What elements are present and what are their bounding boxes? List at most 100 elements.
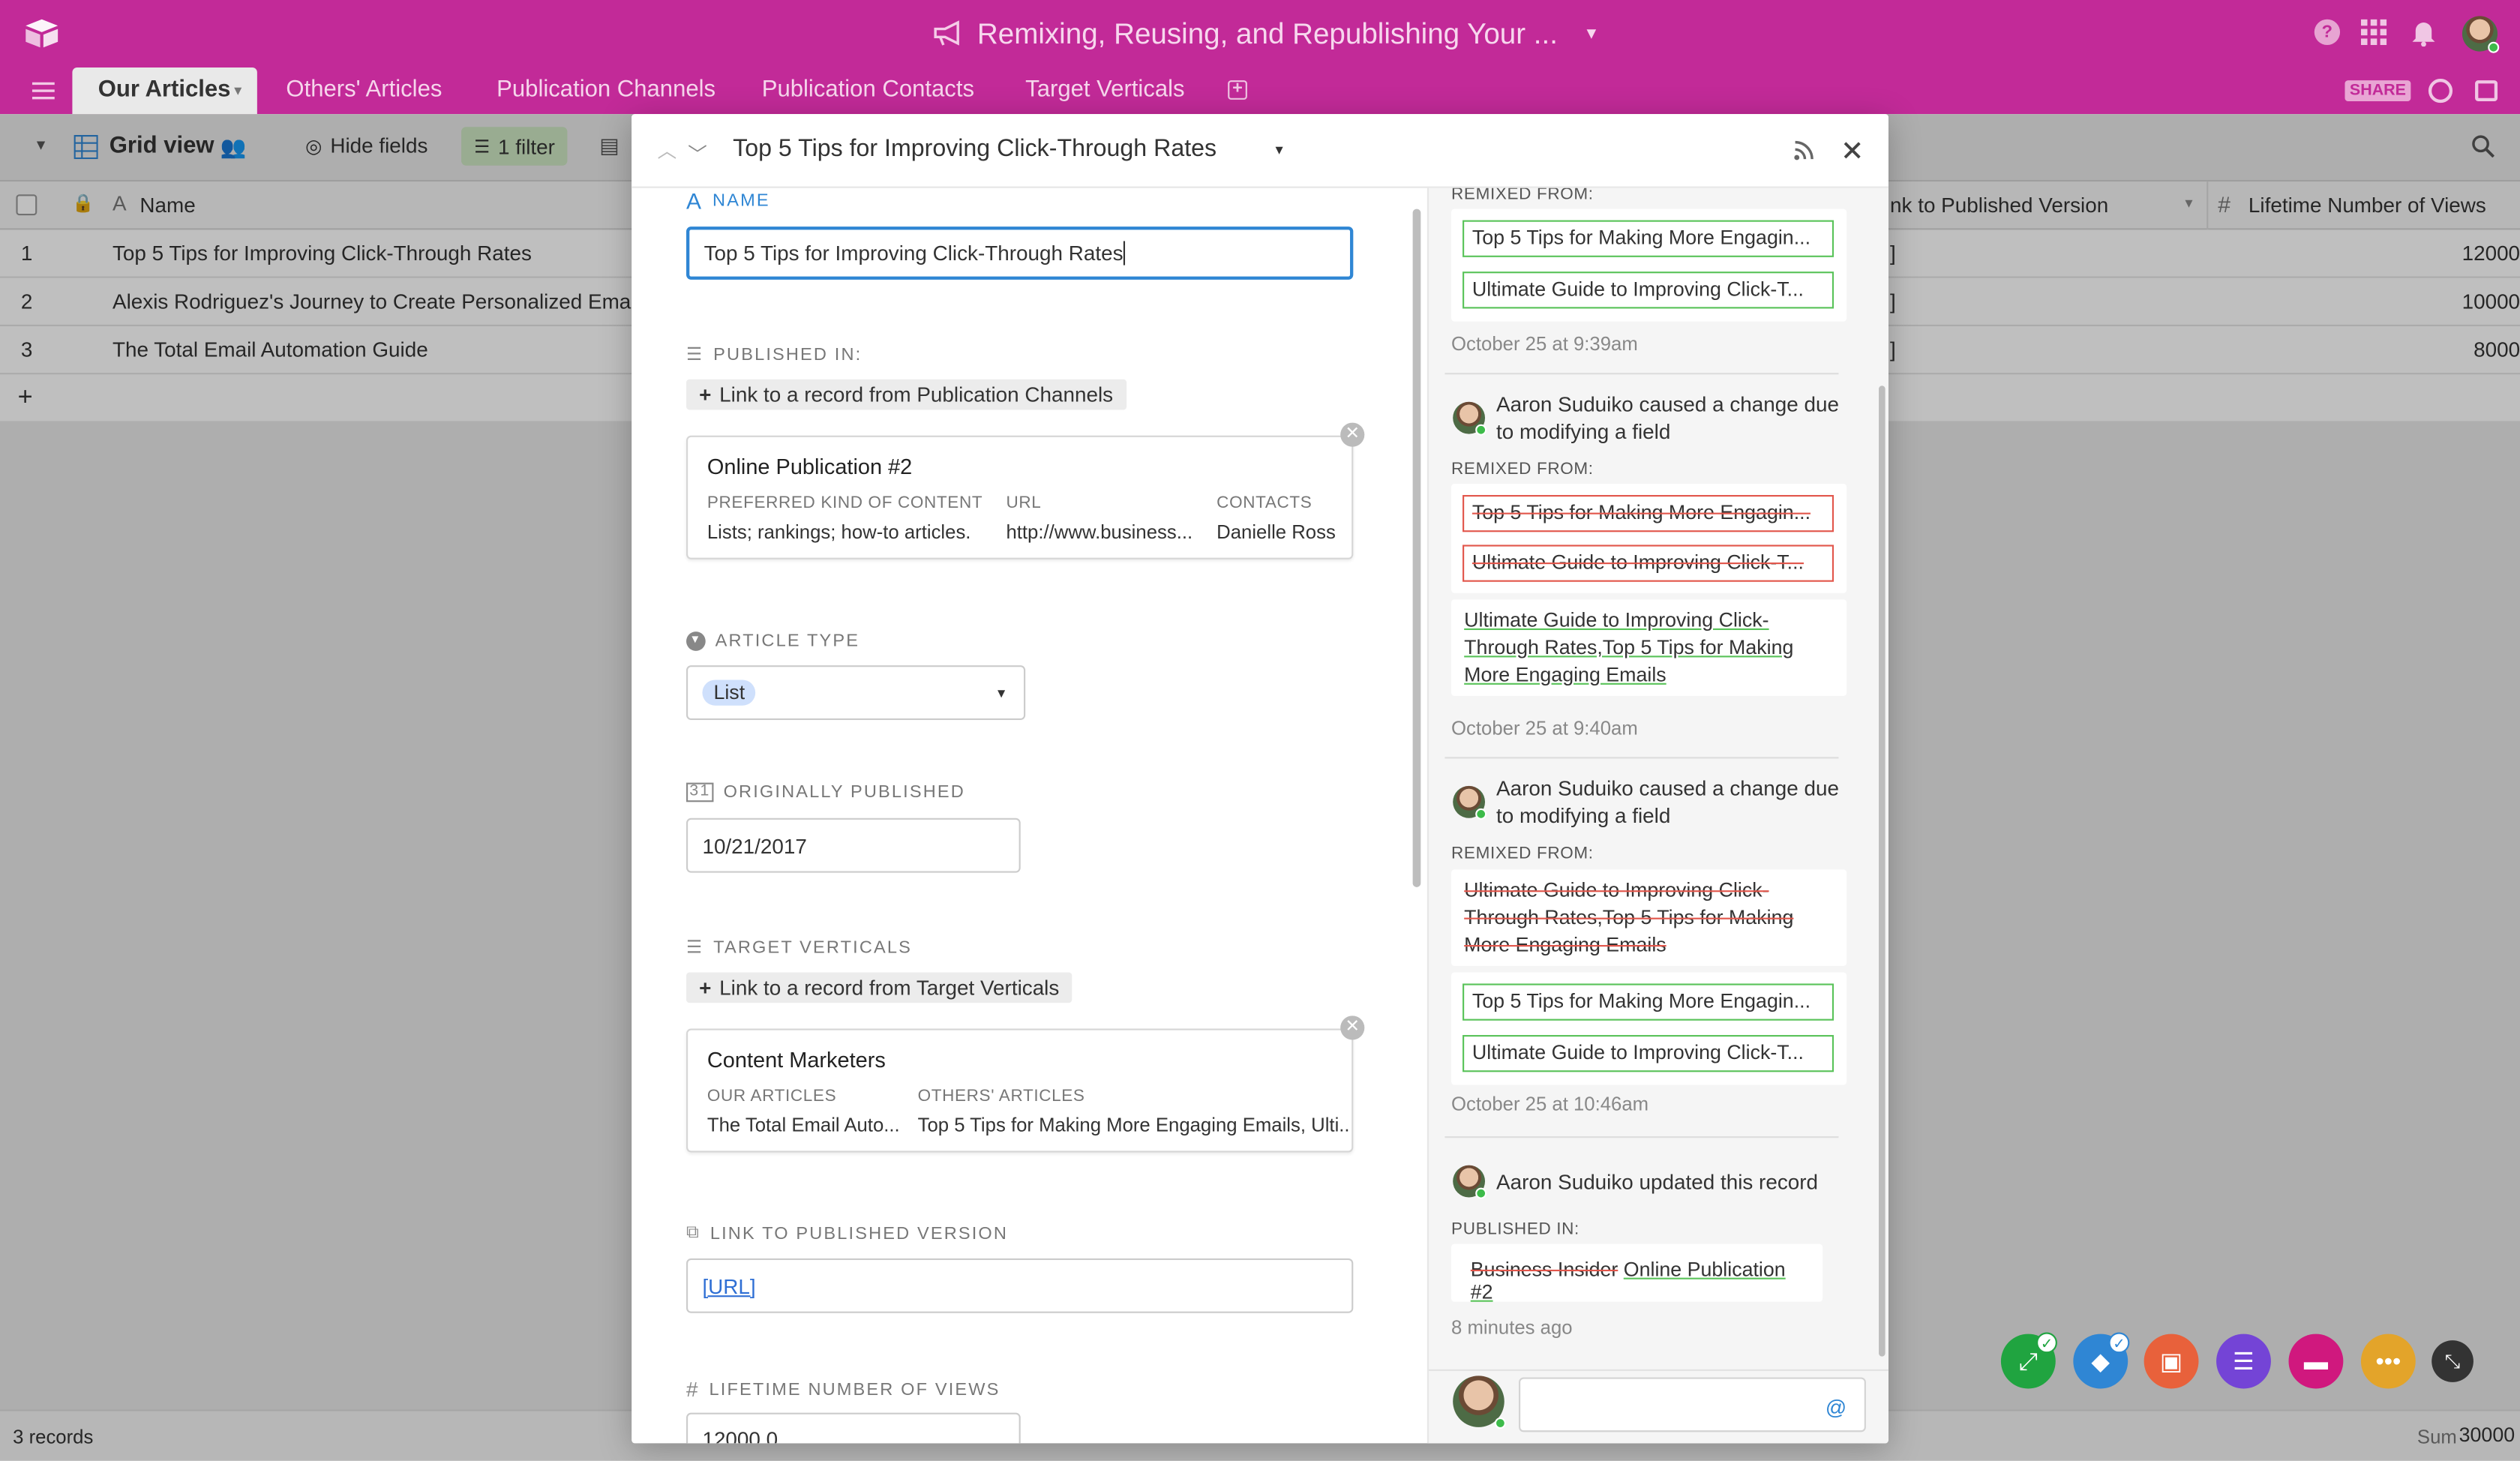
- activity-divider: [1444, 757, 1839, 759]
- more-blocks-button[interactable]: •••: [2360, 1334, 2416, 1389]
- user-avatar[interactable]: [2462, 16, 2500, 53]
- added-linked-record[interactable]: Top 5 Tips for Making More Engagin...: [1462, 220, 1834, 257]
- check-icon: ✓: [2108, 1332, 2130, 1354]
- activity-divider: [1444, 373, 1839, 375]
- publication-channel-card[interactable]: Online Publication #2 PREFERRED KIND OF …: [686, 435, 1354, 560]
- activity-timestamp: October 25 at 10:46am: [1451, 1093, 1649, 1116]
- tab-our-articles[interactable]: Our Articles ▼: [72, 68, 257, 115]
- label-text: NAME: [712, 191, 770, 211]
- remove-linked-record-icon[interactable]: ✕: [1340, 1016, 1365, 1040]
- bell-icon[interactable]: [2410, 20, 2436, 47]
- originally-published-input[interactable]: 10/21/2017: [686, 818, 1021, 873]
- tab-label: Our Articles: [98, 76, 231, 104]
- activity-field-label: REMIXED FROM:: [1451, 459, 1594, 479]
- lifetime-views-input[interactable]: 12000.0: [686, 1412, 1021, 1444]
- share-button[interactable]: SHARE: [2344, 80, 2411, 102]
- text-cursor: [1123, 241, 1125, 266]
- list-icon: ☰: [2233, 1348, 2254, 1376]
- add-table-icon[interactable]: +: [1228, 80, 1247, 100]
- blocks-panel-icon[interactable]: [2475, 80, 2498, 102]
- label-text: TARGET VERTICALS: [713, 938, 913, 958]
- link-button-label: Link to a record from Publication Channe…: [719, 382, 1114, 407]
- tab-target-verticals[interactable]: Target Verticals: [1000, 68, 1210, 114]
- added-linked-record[interactable]: Top 5 Tips for Making More Engagin...: [1462, 983, 1834, 1021]
- activity-actor: Aaron Suduiko caused a change due to mod…: [1496, 776, 1839, 828]
- card-field-value: Lists; rankings; how-to articles.: [706, 520, 971, 544]
- record-fields: A NAME Top 5 Tips for Improving Click-Th…: [632, 188, 1427, 1444]
- image-block-button[interactable]: ▣: [2144, 1334, 2199, 1389]
- url-link[interactable]: [URL]: [702, 1274, 755, 1298]
- link-published-version-label: ⧉ LINK TO PUBLISHED VERSION: [686, 1223, 1008, 1244]
- article-type-select[interactable]: List ▼: [686, 665, 1026, 721]
- next-record-icon[interactable]: ﹀: [688, 140, 707, 166]
- name-field-label: A NAME: [686, 188, 770, 214]
- link-target-vertical-button[interactable]: + Link to a record from Target Verticals: [686, 972, 1072, 1004]
- rss-icon[interactable]: [1793, 140, 1814, 160]
- originally-published-label: 31 ORIGINALLY PUBLISHED: [686, 782, 965, 802]
- activity-field-label: REMIXED FROM:: [1451, 844, 1594, 863]
- activity-timestamp: October 25 at 9:39am: [1451, 332, 1638, 356]
- target-vertical-card[interactable]: Content Marketers OUR ARTICLES The Total…: [686, 1028, 1354, 1153]
- list-block-button[interactable]: ☰: [2216, 1334, 2271, 1389]
- hamburger-menu-icon[interactable]: [32, 82, 55, 100]
- card-title: Online Publication #2: [706, 454, 913, 479]
- avatar: [1453, 785, 1487, 820]
- tab-dropdown-icon[interactable]: ▼: [232, 68, 244, 114]
- number-field-icon: #: [686, 1377, 700, 1402]
- avatar: [1453, 401, 1487, 436]
- previous-record-icon[interactable]: ︿: [657, 136, 676, 164]
- apps-grid-icon[interactable]: [2360, 19, 2387, 46]
- activity-timestamp: 8 minutes ago: [1451, 1316, 1573, 1340]
- added-linked-record[interactable]: Ultimate Guide to Improving Click-T...: [1462, 272, 1834, 309]
- calendar-icon: 31: [686, 782, 714, 802]
- image-icon: ▣: [2159, 1348, 2183, 1376]
- name-input[interactable]: Top 5 Tips for Improving Click-Through R…: [686, 226, 1354, 280]
- views-value: 12000.0: [702, 1426, 778, 1444]
- base-title[interactable]: Remixing, Reusing, and Republishing Your…: [932, 0, 1600, 68]
- tab-publication-channels[interactable]: Publication Channels: [471, 68, 742, 114]
- collapse-blocks-button[interactable]: ⤡: [2432, 1340, 2474, 1382]
- card-field-value: Top 5 Tips for Making More Engaging Emai…: [917, 1114, 1348, 1137]
- table-tab-bar: Our Articles ▼ Others' Articles Publicat…: [0, 68, 2520, 115]
- activity-actor: Aaron Suduiko caused a change due to mod…: [1496, 392, 1839, 444]
- date-value: 10/21/2017: [702, 833, 807, 858]
- tab-publication-contacts[interactable]: Publication Contacts: [736, 68, 1000, 114]
- record-detail-modal: ︿ ﹀ Top 5 Tips for Improving Click-Throu…: [632, 114, 1888, 1444]
- comment-input[interactable]: @: [1519, 1377, 1866, 1432]
- fields-scrollbar[interactable]: [1412, 208, 1421, 887]
- added-linked-record[interactable]: Ultimate Guide to Improving Click-T...: [1462, 1035, 1834, 1072]
- article-type-label: ▼ ARTICLE TYPE: [686, 632, 860, 651]
- card-title: Content Marketers: [706, 1048, 886, 1072]
- tab-others-articles[interactable]: Others' Articles: [260, 68, 468, 114]
- activity-actor: Aaron Suduiko updated this record: [1496, 1170, 1819, 1195]
- help-icon[interactable]: ?: [2314, 19, 2341, 46]
- chat-icon: ▬: [2303, 1347, 2328, 1376]
- chat-block-button[interactable]: ▬: [2288, 1334, 2344, 1389]
- target-verticals-label: ☰ TARGET VERTICALS: [686, 937, 912, 958]
- link-publication-channel-button[interactable]: + Link to a record from Publication Chann…: [686, 379, 1126, 410]
- activity-change-box: Ultimate Guide to Improving Click-Throug…: [1451, 869, 1847, 966]
- activity-change-box: Business Insider Online Publication #2: [1451, 1244, 1823, 1304]
- card-field-value: http://www.business...: [1006, 520, 1193, 544]
- label-text: LIFETIME NUMBER OF VIEWS: [709, 1379, 1000, 1400]
- mention-icon[interactable]: @: [1826, 1395, 1846, 1419]
- base-title-text: Remixing, Reusing, and Republishing Your…: [976, 16, 1558, 50]
- activity-field-label: PUBLISHED IN:: [1451, 1220, 1580, 1240]
- top-bar: Remixing, Reusing, and Republishing Your…: [0, 0, 2520, 68]
- chevron-down-icon: ▼: [1583, 25, 1600, 43]
- removed-text: Ultimate Guide to Improving Click-Throug…: [1464, 879, 1794, 957]
- link-published-version-input[interactable]: [URL]: [686, 1258, 1354, 1313]
- activity-scrollbar[interactable]: [1879, 386, 1886, 1357]
- activity-change-box: Top 5 Tips for Making More Engagin... Ul…: [1451, 972, 1847, 1085]
- history-icon[interactable]: [2428, 79, 2453, 104]
- card-field-value: Danielle Ross: [1216, 520, 1336, 544]
- airtable-logo-icon[interactable]: [24, 18, 59, 49]
- text-field-icon: A: [686, 188, 704, 214]
- close-icon[interactable]: [1844, 142, 1862, 160]
- chevron-down-icon: ▼: [994, 685, 1008, 700]
- remove-linked-record-icon[interactable]: ✕: [1340, 422, 1365, 447]
- record-menu-icon[interactable]: ▼: [1273, 143, 1286, 158]
- published-in-label: ☰ PUBLISHED IN:: [686, 344, 862, 365]
- removed-linked-record: Ultimate Guide to Improving Click-T...: [1462, 544, 1834, 582]
- card-field-label: CONTACTS: [1216, 493, 1312, 513]
